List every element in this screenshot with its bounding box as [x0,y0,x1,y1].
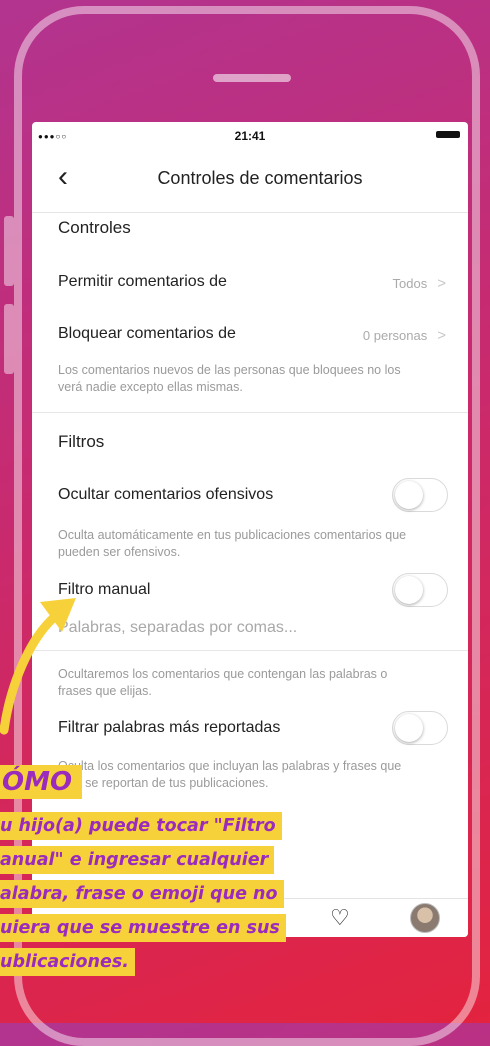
status-time: 21:41 [234,129,266,143]
section-title-controles: Controles [58,218,131,237]
section-title-filtros: Filtros [58,432,105,451]
manual-description: Ocultaremos los comentarios que contenga… [58,667,388,698]
ofensivos-description: Oculta automáticamente en tus publicacio… [58,528,407,559]
ofensivos-label: Ocultar comentarios ofensivos [58,486,274,503]
bloquear-description: Los comentarios nuevos de las personas q… [58,363,401,394]
phone-speaker [213,74,291,82]
toggle-knob [395,714,423,742]
page-title: Controles de comentarios [157,168,363,188]
ofensivos-toggle[interactable] [392,478,448,512]
section-divider [32,412,468,413]
toggle-knob [395,481,423,509]
volume-down-button [4,304,14,374]
toggle-knob [395,576,423,604]
callout-line: anual" e ingresar cualquier [0,846,275,874]
permitir-label: Permitir comentarios de [58,273,227,290]
callout-line: alabra, frase o emoji que no [0,880,284,908]
profile-avatar[interactable] [410,903,440,933]
nav-bar: ‹ Controles de comentarios [32,148,468,213]
manual-toggle[interactable] [392,573,448,607]
callout-line: u hijo(a) puede tocar "Filtro [0,812,282,840]
bloquear-label: Bloquear comentarios de [58,325,236,342]
callout-line: ublicaciones. [0,948,135,976]
permitir-value-wrap: Todos > [393,275,446,292]
volume-up-button [4,216,14,286]
callout-line: uiera que se muestre en sus [0,914,286,942]
battery-icon [436,131,460,138]
input-divider [32,650,468,651]
reportadas-description: Oculta los comentarios que incluyan las … [58,759,402,790]
heart-icon[interactable]: ♡ [330,905,350,931]
bloquear-value: 0 personas [362,328,428,343]
chevron-right-icon: > [437,275,446,292]
chevron-right-icon: > [437,327,446,344]
filter-words-input[interactable]: Palabras, separadas por comas... [58,619,297,637]
status-bar: ●●●○○ 21:41 [32,122,468,148]
reportadas-label: Filtrar palabras más reportadas [58,719,281,736]
bloquear-value-wrap: 0 personas > [363,327,446,344]
reportadas-toggle[interactable] [392,711,448,745]
permitir-value: Todos [392,276,428,291]
arrow-icon [0,598,76,735]
callout-title: ÓMO [0,765,83,799]
